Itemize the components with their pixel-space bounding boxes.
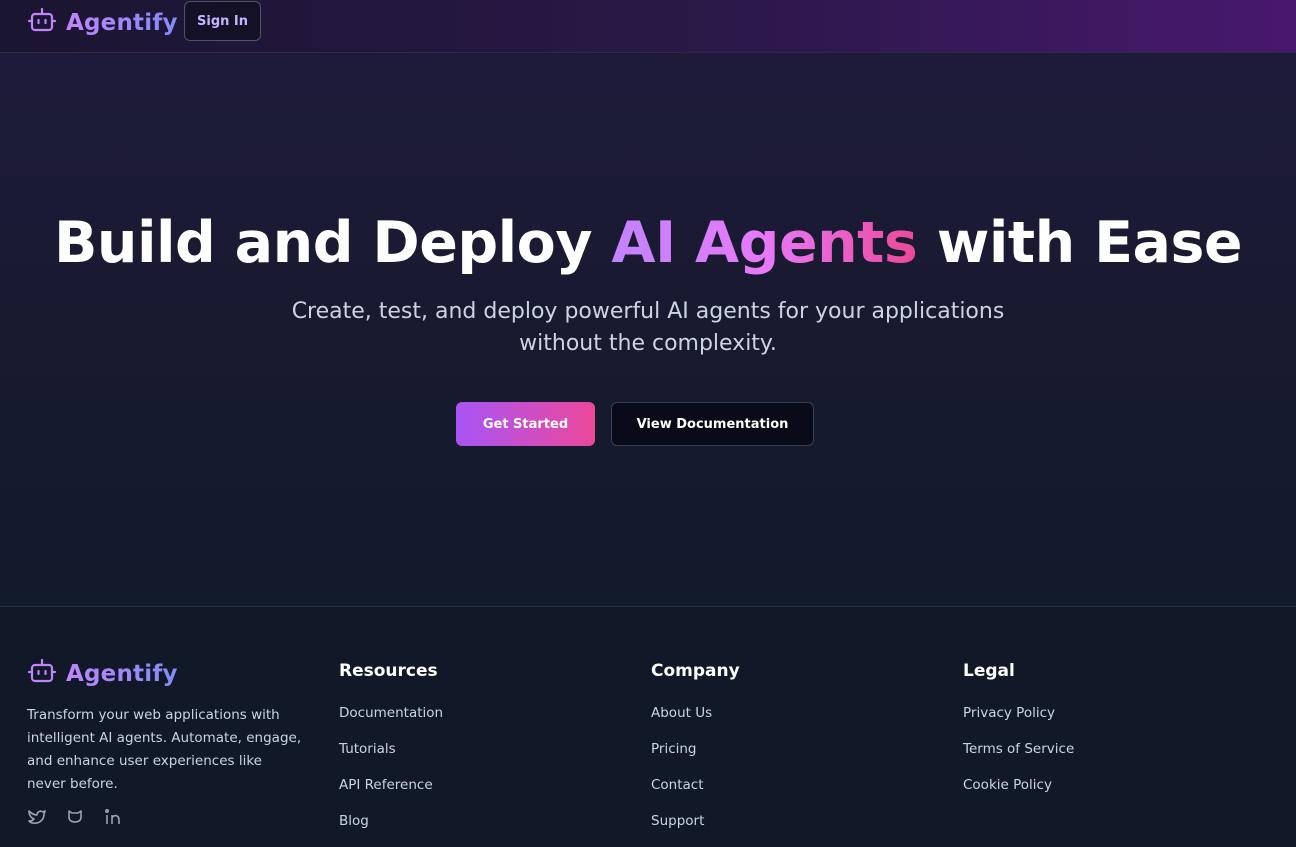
robot-icon (27, 6, 57, 40)
footer-column-company: Company About Us Pricing Contact Support (651, 659, 740, 829)
hero-title-highlight: AI Agents (611, 210, 918, 276)
footer-link-terms-of-service[interactable]: Terms of Service (963, 739, 1183, 775)
footer-link-about-us[interactable]: About Us (651, 703, 871, 739)
footer-link-contact[interactable]: Contact (651, 775, 871, 811)
footer-link-tutorials[interactable]: Tutorials (339, 739, 559, 775)
footer-link-api-reference[interactable]: API Reference (339, 775, 559, 811)
footer-column-title: Company (651, 661, 740, 681)
footer-link-pricing[interactable]: Pricing (651, 739, 871, 775)
footer-link-blog[interactable]: Blog (339, 811, 559, 847)
robot-icon (27, 657, 57, 691)
github-icon[interactable] (65, 807, 85, 827)
site-footer: Agentify Transform your web applications… (0, 606, 1296, 829)
footer-link-documentation[interactable]: Documentation (339, 703, 559, 739)
sign-in-button[interactable]: Sign In (184, 1, 261, 41)
hero-section: Build and Deploy AI Agents with Ease Cre… (0, 53, 1296, 606)
brand-name: Agentify (66, 10, 178, 36)
hero-title-start: Build and Deploy (53, 210, 612, 276)
footer-column-resources: Resources Documentation Tutorials API Re… (339, 659, 443, 829)
footer-link-support[interactable]: Support (651, 811, 871, 847)
linkedin-icon[interactable] (103, 807, 123, 827)
footer-column-title: Resources (339, 661, 438, 681)
twitter-icon[interactable] (27, 807, 47, 827)
brand-logo[interactable]: Agentify (27, 6, 178, 40)
view-documentation-button[interactable]: View Documentation (611, 402, 814, 446)
footer-column-title: Legal (963, 661, 1015, 681)
top-navbar: Agentify Sign In (0, 0, 1296, 53)
footer-brand-name: Agentify (66, 661, 178, 687)
footer-brand-logo[interactable]: Agentify (27, 657, 178, 691)
hero-title: Build and Deploy AI Agents with Ease (0, 210, 1296, 276)
footer-column-legal: Legal Privacy Policy Terms of Service Co… (963, 659, 1074, 793)
footer-link-cookie-policy[interactable]: Cookie Policy (963, 775, 1183, 811)
hero-subtitle-line: without the complexity. (519, 331, 777, 356)
social-links (27, 807, 123, 827)
hero-title-end: with Ease (917, 210, 1243, 276)
get-started-button[interactable]: Get Started (456, 402, 595, 446)
hero-subtitle: Create, test, and deploy powerful AI age… (248, 296, 1048, 360)
footer-link-privacy-policy[interactable]: Privacy Policy (963, 703, 1183, 739)
hero-subtitle-line: Create, test, and deploy powerful AI age… (291, 299, 1005, 324)
footer-description: Transform your web applications with int… (27, 707, 302, 792)
